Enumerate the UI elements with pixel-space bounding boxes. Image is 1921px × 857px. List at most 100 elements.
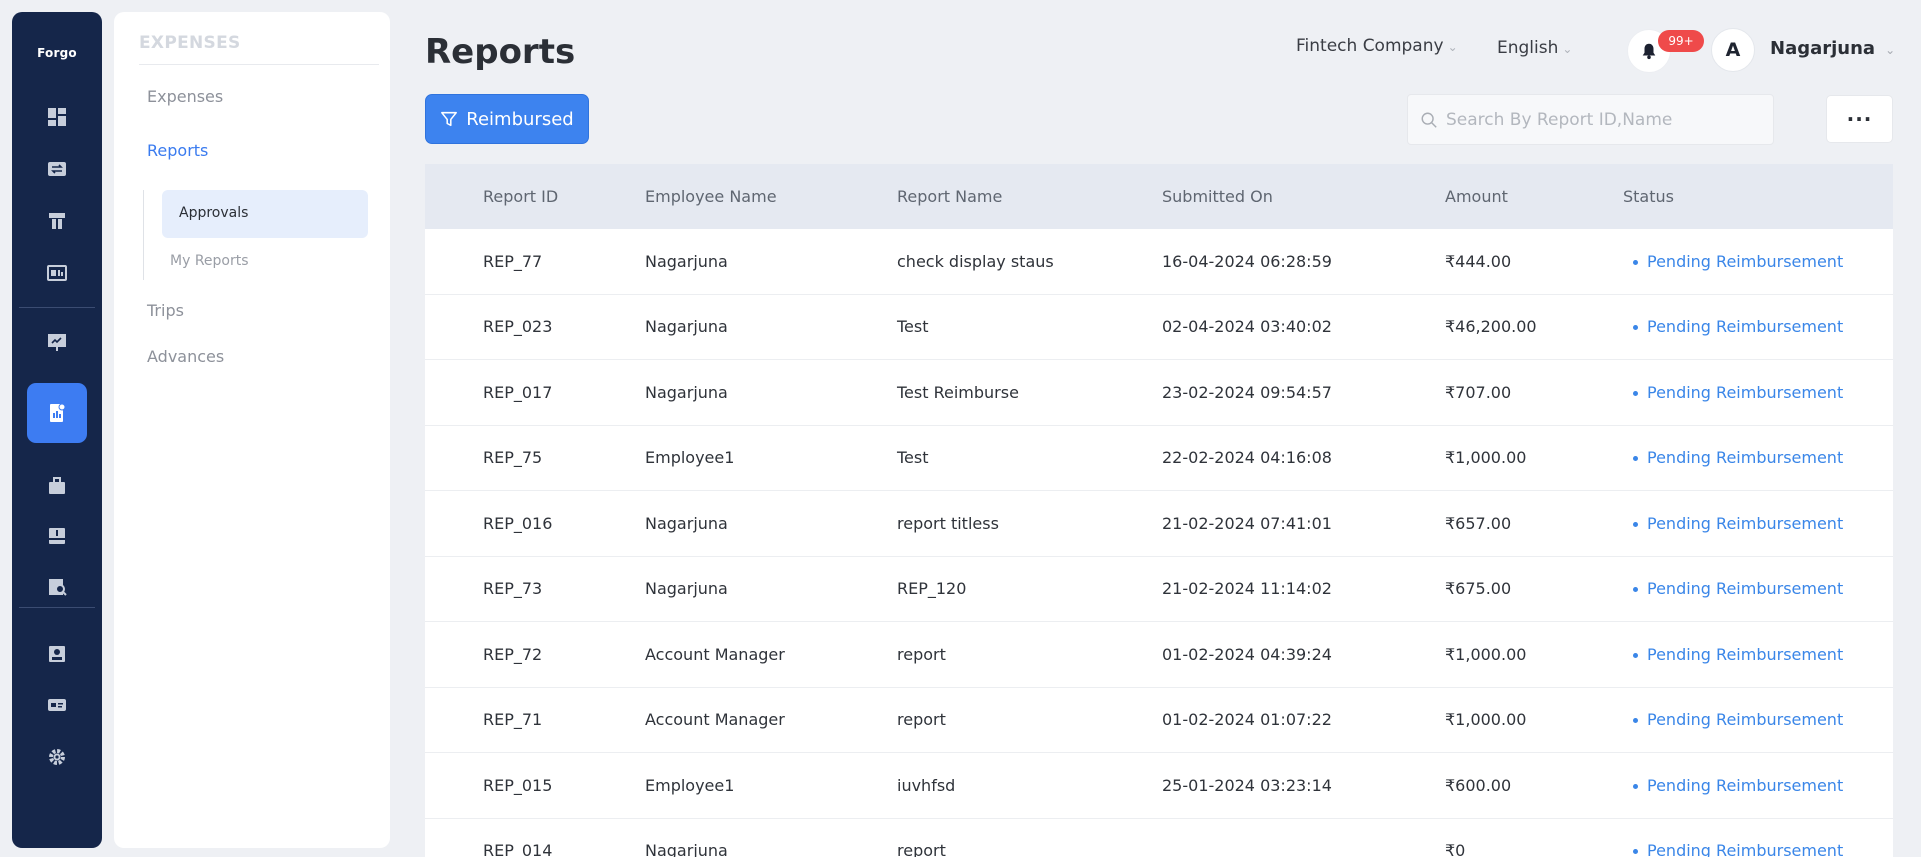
amount-cell: ₹1,000.00 bbox=[1445, 448, 1527, 468]
column-header-report-name[interactable]: Report Name bbox=[897, 187, 1002, 206]
expense-report-icon[interactable] bbox=[45, 401, 69, 425]
chevron-down-icon: ⌄ bbox=[1562, 42, 1573, 56]
report-id-cell: REP_016 bbox=[483, 513, 553, 533]
more-options-button[interactable]: ··· bbox=[1826, 95, 1893, 143]
chevron-down-icon: ⌄ bbox=[1885, 43, 1896, 57]
reimbursed-filter-button[interactable]: Reimbursed bbox=[425, 94, 589, 144]
report-id-cell: REP_023 bbox=[483, 317, 553, 337]
transfer-icon[interactable] bbox=[45, 157, 69, 181]
report-name-cell: Test bbox=[897, 448, 929, 468]
table-row[interactable]: REP_77 Nagarjuna check display staus 16-04-… bbox=[425, 229, 1893, 295]
table-row[interactable]: REP_023 Nagarjuna Test 02-04-2024 03:40:02 ₹… bbox=[425, 294, 1893, 360]
employee-name-cell: Nagarjuna bbox=[645, 513, 728, 533]
chevron-down-icon: ⌄ bbox=[1447, 40, 1458, 54]
amount-cell: ₹675.00 bbox=[1445, 579, 1512, 599]
employee-name-cell: Account Manager bbox=[645, 644, 785, 664]
language-selector-label: English bbox=[1497, 38, 1559, 58]
company-selector[interactable]: Fintech Company ⌄ bbox=[1296, 36, 1458, 56]
amount-cell: ₹444.00 bbox=[1445, 251, 1512, 271]
status-dot-icon bbox=[1633, 718, 1638, 724]
report-id-cell: REP_75 bbox=[483, 448, 543, 468]
status-label: Pending Reimbursement bbox=[1647, 775, 1844, 795]
table-row[interactable]: REP_015 Employee1 iuvhfsd 25-01-2024 03:23:… bbox=[425, 753, 1893, 819]
contact-card-icon[interactable] bbox=[45, 642, 69, 666]
column-header-submitted-on[interactable]: Submitted On bbox=[1162, 187, 1273, 206]
status-cell[interactable]: Pending Reimbursement bbox=[1633, 383, 1843, 402]
table-row[interactable]: REP_72 Account Manager report 01-02-2024 04… bbox=[425, 622, 1893, 688]
submitted-on-cell: 22-02-2024 04:16:08 bbox=[1162, 448, 1332, 468]
inbox-icon[interactable] bbox=[45, 524, 69, 548]
presentation-icon[interactable] bbox=[45, 330, 69, 354]
status-dot-icon bbox=[1633, 587, 1638, 593]
sidebar-item-expenses[interactable]: Expenses bbox=[147, 87, 223, 106]
sidebar-item-advances[interactable]: Advances bbox=[147, 347, 224, 366]
status-cell[interactable]: Pending Reimbursement bbox=[1633, 710, 1843, 729]
table-row[interactable]: REP_016 Nagarjuna report titless 21-02-2024… bbox=[425, 491, 1893, 557]
search-input[interactable] bbox=[1446, 109, 1766, 130]
dashboard-icon[interactable] bbox=[45, 105, 69, 129]
table-row[interactable]: REP_014 Nagarjuna report ₹0 Pending Reimburs… bbox=[425, 818, 1893, 857]
table-row[interactable]: REP_017 Nagarjuna Test Reimburse 23-02-2024… bbox=[425, 360, 1893, 426]
submitted-on-cell: 23-02-2024 09:54:57 bbox=[1162, 382, 1332, 402]
employee-name-cell: Employee1 bbox=[645, 775, 735, 795]
report-name-cell: report bbox=[897, 841, 946, 857]
submitted-on-cell: 21-02-2024 11:14:02 bbox=[1162, 579, 1332, 599]
briefcase-icon[interactable] bbox=[45, 474, 69, 498]
table-row[interactable]: REP_71 Account Manager report 01-02-2024 01… bbox=[425, 687, 1893, 753]
report-name-cell: iuvhfsd bbox=[897, 775, 956, 795]
table-row[interactable]: REP_73 Nagarjuna REP_120 21-02-2024 11:14:0… bbox=[425, 556, 1893, 622]
sidebar-heading: EXPENSES bbox=[139, 33, 241, 53]
search-box[interactable] bbox=[1407, 94, 1774, 145]
table-row[interactable]: REP_75 Employee1 Test 22-02-2024 04:16:08 ₹1… bbox=[425, 425, 1893, 491]
status-dot-icon bbox=[1633, 521, 1638, 527]
column-header-employee-name[interactable]: Employee Name bbox=[645, 187, 777, 206]
language-selector[interactable]: English ⌄ bbox=[1497, 38, 1572, 58]
status-dot-icon bbox=[1633, 783, 1638, 789]
report-id-cell: REP_73 bbox=[483, 579, 543, 599]
status-label: Pending Reimbursement bbox=[1647, 251, 1844, 271]
reimbursed-filter-label: Reimbursed bbox=[466, 108, 574, 130]
employee-name-cell: Nagarjuna bbox=[645, 841, 728, 857]
status-dot-icon bbox=[1633, 390, 1638, 396]
analytics-icon[interactable] bbox=[45, 261, 69, 285]
status-label: Pending Reimbursement bbox=[1647, 317, 1844, 337]
status-cell[interactable]: Pending Reimbursement bbox=[1633, 841, 1843, 857]
submitted-on-cell: 02-04-2024 03:40:02 bbox=[1162, 317, 1332, 337]
status-dot-icon bbox=[1633, 849, 1638, 855]
report-name-cell: report titless bbox=[897, 513, 999, 533]
status-cell[interactable]: Pending Reimbursement bbox=[1633, 645, 1843, 664]
status-cell[interactable]: Pending Reimbursement bbox=[1633, 317, 1843, 336]
sidebar-item-reports[interactable]: Reports bbox=[147, 141, 208, 160]
receipt-search-icon[interactable] bbox=[45, 575, 69, 599]
amount-cell: ₹600.00 bbox=[1445, 775, 1512, 795]
status-dot-icon bbox=[1633, 456, 1638, 462]
submitted-on-cell: 16-04-2024 06:28:59 bbox=[1162, 251, 1332, 271]
column-header-amount[interactable]: Amount bbox=[1445, 187, 1508, 206]
tools-icon[interactable] bbox=[45, 209, 69, 233]
status-label: Pending Reimbursement bbox=[1647, 382, 1844, 402]
sidebar-subitem-my-reports[interactable]: My Reports bbox=[170, 253, 249, 269]
status-cell[interactable]: Pending Reimbursement bbox=[1633, 579, 1843, 598]
avatar[interactable]: A bbox=[1711, 28, 1755, 72]
amount-cell: ₹1,000.00 bbox=[1445, 710, 1527, 730]
report-id-cell: REP_014 bbox=[483, 841, 553, 857]
employee-name-cell: Nagarjuna bbox=[645, 579, 728, 599]
employee-name-cell: Account Manager bbox=[645, 710, 785, 730]
status-cell[interactable]: Pending Reimbursement bbox=[1633, 776, 1843, 795]
status-cell[interactable]: Pending Reimbursement bbox=[1633, 448, 1843, 467]
column-header-report-id[interactable]: Report ID bbox=[483, 187, 558, 206]
status-cell[interactable]: Pending Reimbursement bbox=[1633, 514, 1843, 533]
sidebar-item-trips[interactable]: Trips bbox=[147, 301, 184, 320]
settings-icon[interactable] bbox=[45, 745, 69, 769]
sidebar-divider bbox=[139, 64, 379, 65]
status-cell[interactable]: Pending Reimbursement bbox=[1633, 252, 1843, 271]
user-menu[interactable]: Nagarjuna ⌄ bbox=[1770, 38, 1895, 59]
status-label: Pending Reimbursement bbox=[1647, 841, 1844, 857]
id-card-icon[interactable] bbox=[45, 693, 69, 717]
report-name-cell: Test bbox=[897, 317, 929, 337]
reports-table: Report ID Employee Name Report Name Subm… bbox=[425, 164, 1893, 857]
column-header-status[interactable]: Status bbox=[1623, 187, 1674, 206]
section-sidebar: EXPENSES Expenses Reports Approvals My R… bbox=[114, 12, 390, 848]
sidebar-subitem-approvals[interactable]: Approvals bbox=[179, 205, 248, 221]
rail-divider bbox=[19, 307, 95, 308]
